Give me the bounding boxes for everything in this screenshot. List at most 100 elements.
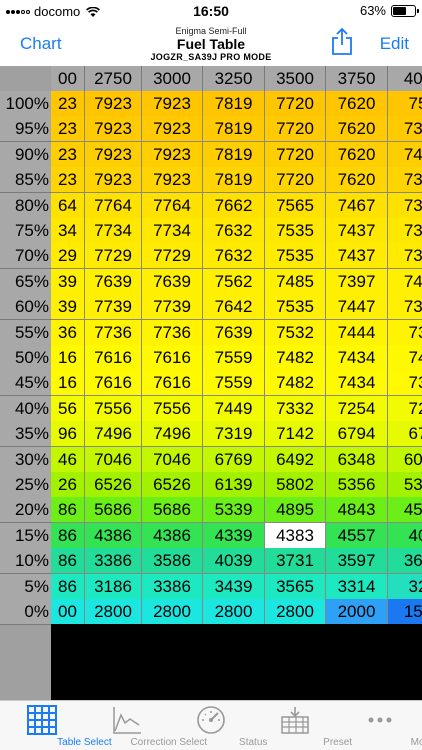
- table-cell[interactable]: 16: [51, 370, 85, 397]
- table-cell[interactable]: 7556: [142, 395, 203, 422]
- table-cell[interactable]: 6139: [203, 472, 265, 498]
- tab-correction-select[interactable]: Correction Select: [84, 701, 207, 750]
- table-cell[interactable]: 73: [388, 319, 422, 346]
- table-cell[interactable]: 7642: [203, 294, 265, 321]
- table-cell[interactable]: 739: [388, 116, 422, 143]
- table-cell[interactable]: 5686: [85, 497, 142, 524]
- table-cell[interactable]: 7739: [142, 294, 203, 321]
- table-cell[interactable]: 7559: [203, 345, 265, 371]
- table-cell[interactable]: 7639: [203, 319, 265, 346]
- table-cell[interactable]: 7559: [203, 370, 265, 397]
- table-cell[interactable]: 5356: [326, 472, 388, 498]
- table-cell[interactable]: 7616: [85, 370, 142, 397]
- table-cell[interactable]: 16: [51, 345, 85, 371]
- table-cell[interactable]: 7535: [265, 294, 326, 321]
- table-cell[interactable]: 7620: [326, 116, 388, 143]
- table-cell[interactable]: 86: [51, 573, 85, 600]
- table-cell[interactable]: 7496: [142, 421, 203, 448]
- table-cell[interactable]: 2800: [203, 599, 265, 624]
- table-cell[interactable]: 734: [388, 294, 422, 321]
- table-cell[interactable]: 7532: [265, 319, 326, 346]
- table-cell[interactable]: 7046: [85, 446, 142, 473]
- edit-button[interactable]: Edit: [380, 34, 409, 54]
- table-cell[interactable]: 7729: [85, 243, 142, 270]
- table-cell[interactable]: 7720: [265, 141, 326, 168]
- table-cell[interactable]: 738: [388, 218, 422, 244]
- table-cell[interactable]: 7720: [265, 167, 326, 194]
- table-cell[interactable]: 7736: [85, 319, 142, 346]
- table-cell[interactable]: 7923: [85, 141, 142, 168]
- table-cell[interactable]: 73: [388, 370, 422, 397]
- table-cell[interactable]: 32: [388, 573, 422, 600]
- table-cell[interactable]: 3597: [326, 548, 388, 575]
- table-cell[interactable]: 6769: [203, 446, 265, 473]
- tab-preset[interactable]: Preset: [253, 701, 352, 750]
- table-cell[interactable]: 7764: [85, 192, 142, 219]
- table-cell[interactable]: 64: [51, 192, 85, 219]
- table-cell[interactable]: 39: [51, 294, 85, 321]
- table-cell[interactable]: 7923: [85, 167, 142, 194]
- table-cell[interactable]: 6526: [85, 472, 142, 498]
- table-cell[interactable]: 3314: [326, 573, 388, 600]
- table-cell[interactable]: 3386: [142, 573, 203, 600]
- table-cell[interactable]: 7482: [265, 370, 326, 397]
- table-cell[interactable]: 7923: [85, 116, 142, 143]
- table-cell[interactable]: 46: [51, 446, 85, 473]
- table-cell[interactable]: 7496: [85, 421, 142, 448]
- table-cell[interactable]: 7046: [142, 446, 203, 473]
- table-cell[interactable]: 00: [51, 599, 85, 624]
- table-cell[interactable]: 7535: [265, 218, 326, 244]
- table-cell[interactable]: 7734: [142, 218, 203, 244]
- table-cell[interactable]: 7620: [326, 91, 388, 117]
- table-cell[interactable]: 74: [388, 345, 422, 371]
- table-cell[interactable]: 7332: [265, 395, 326, 422]
- table-cell[interactable]: 7616: [142, 345, 203, 371]
- table-cell[interactable]: 609: [388, 446, 422, 473]
- table-cell[interactable]: 7556: [85, 395, 142, 422]
- table-cell[interactable]: 2800: [265, 599, 326, 624]
- table-cell[interactable]: 7923: [142, 141, 203, 168]
- table-cell[interactable]: 86: [51, 497, 85, 524]
- table-cell[interactable]: 96: [51, 421, 85, 448]
- table-cell[interactable]: 7565: [265, 192, 326, 219]
- table-cell[interactable]: 26: [51, 472, 85, 498]
- table-cell[interactable]: 7632: [203, 218, 265, 244]
- table-cell[interactable]: 7434: [326, 370, 388, 397]
- table-cell[interactable]: 7467: [326, 192, 388, 219]
- table-cell[interactable]: 3186: [85, 573, 142, 600]
- table-cell[interactable]: 7632: [203, 243, 265, 270]
- table-cell[interactable]: 7434: [326, 345, 388, 371]
- table-cell[interactable]: 29: [51, 243, 85, 270]
- fuel-table-grid[interactable]: 0027503000325035003750400 100%95%90%85%8…: [0, 66, 422, 700]
- table-cell[interactable]: 7142: [265, 421, 326, 448]
- table-cell[interactable]: 3731: [265, 548, 326, 575]
- table-cell[interactable]: 23: [51, 141, 85, 168]
- table-cell[interactable]: 7729: [142, 243, 203, 270]
- table-cell[interactable]: 56: [51, 395, 85, 422]
- table-cell[interactable]: 530: [388, 472, 422, 498]
- table-cell[interactable]: 733: [388, 167, 422, 194]
- table-cell[interactable]: 6794: [326, 421, 388, 448]
- table-cell[interactable]: 6526: [142, 472, 203, 498]
- table-cell[interactable]: 4039: [203, 548, 265, 575]
- table-cell[interactable]: 7620: [326, 167, 388, 194]
- table-cell[interactable]: 7639: [85, 268, 142, 295]
- table-cell[interactable]: 4895: [265, 497, 326, 524]
- table-cell[interactable]: 7444: [326, 319, 388, 346]
- table-cell[interactable]: 86: [51, 548, 85, 575]
- table-cell[interactable]: 4843: [326, 497, 388, 524]
- table-cell[interactable]: 150: [388, 599, 422, 624]
- table-cell[interactable]: 7819: [203, 91, 265, 117]
- table-cell[interactable]: 7397: [326, 268, 388, 295]
- table-cells[interactable]: 2379237923781977207620752379237923781977…: [51, 91, 422, 624]
- table-cell[interactable]: 3439: [203, 573, 265, 600]
- table-cell[interactable]: 7616: [142, 370, 203, 397]
- table-cell[interactable]: 7764: [142, 192, 203, 219]
- table-cell[interactable]: 4386: [85, 522, 142, 549]
- table-cell[interactable]: 360: [388, 548, 422, 575]
- table-cell[interactable]: 7734: [85, 218, 142, 244]
- table-cell[interactable]: 740: [388, 268, 422, 295]
- table-cell[interactable]: 7437: [326, 218, 388, 244]
- table-cell[interactable]: 3386: [85, 548, 142, 575]
- table-cell[interactable]: 2800: [142, 599, 203, 624]
